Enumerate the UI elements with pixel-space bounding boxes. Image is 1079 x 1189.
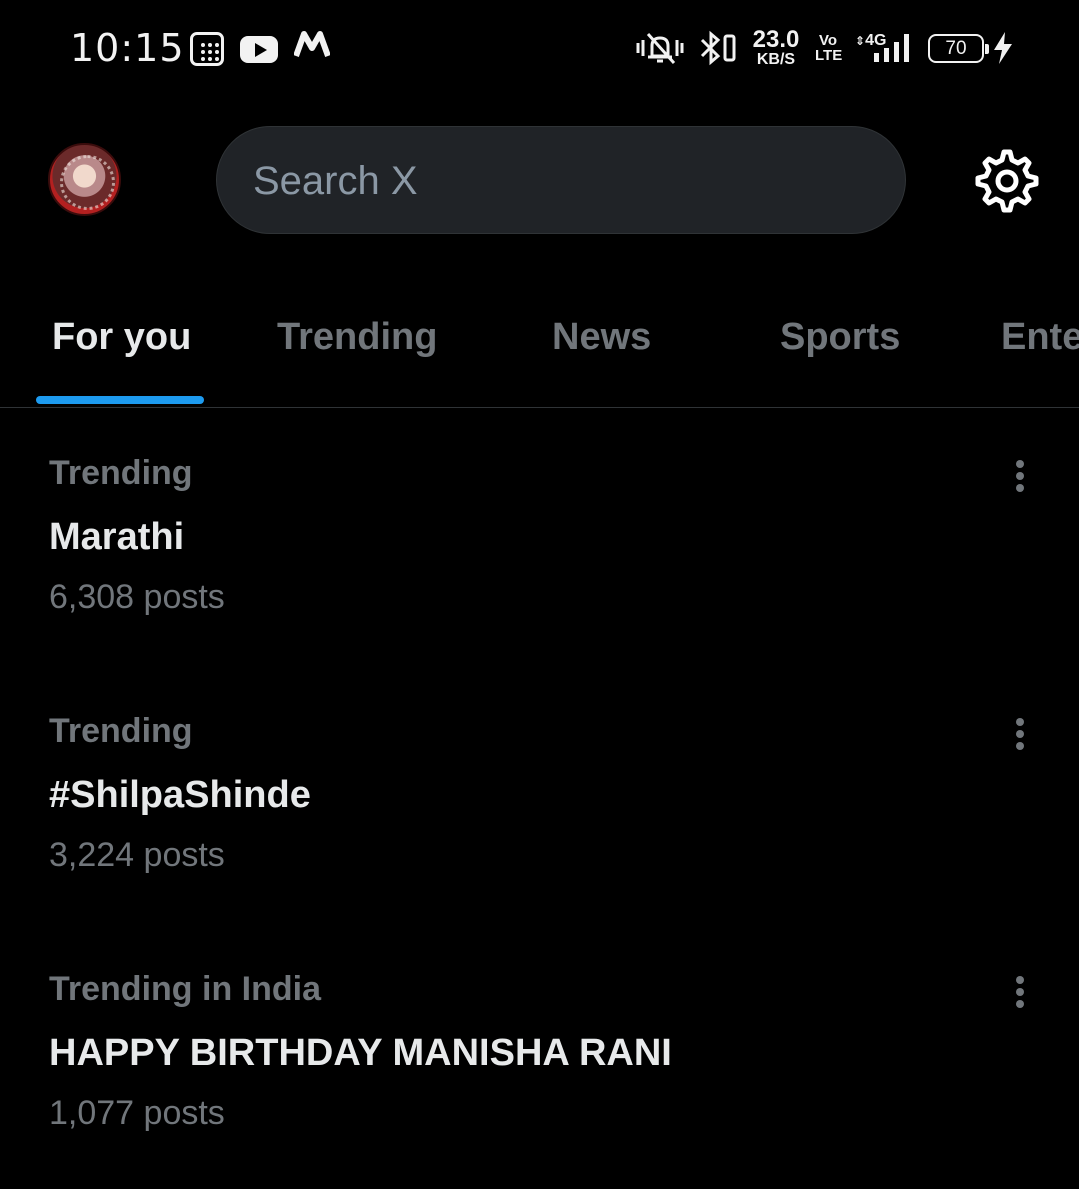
- tab-trending[interactable]: Trending: [277, 316, 437, 359]
- tab-news[interactable]: News: [552, 316, 651, 359]
- network-speed: 23.0 KB/S: [750, 28, 802, 68]
- charging-icon: [992, 32, 1014, 69]
- explore-screen: 10:15 23.0 KB/S Vo LTE ⇕4G 70 Search X F…: [0, 0, 1079, 1189]
- trend-post-count: 1,077 posts: [49, 1094, 225, 1132]
- gear-icon[interactable]: [972, 146, 1042, 216]
- trend-item[interactable]: Trending in India HAPPY BIRTHDAY MANISHA…: [0, 970, 1079, 1189]
- profile-avatar[interactable]: [48, 143, 121, 216]
- tab-entertainment[interactable]: Ente: [1001, 316, 1079, 359]
- more-options-icon[interactable]: [1005, 456, 1035, 496]
- battery-icon: 70: [928, 34, 989, 63]
- battery-level: 70: [945, 38, 967, 59]
- calculator-icon: [190, 32, 224, 66]
- mute-vibrate-icon: [636, 30, 684, 71]
- signal-icon: [872, 34, 912, 62]
- trend-item[interactable]: Trending #ShilpaShinde 3,224 posts: [0, 712, 1079, 952]
- active-tab-indicator: [36, 396, 204, 404]
- trend-context: Trending: [49, 712, 193, 750]
- volte-bottom: LTE: [815, 47, 843, 64]
- trend-context: Trending in India: [49, 970, 321, 1008]
- trend-name: Marathi: [49, 516, 185, 558]
- search-input[interactable]: [253, 155, 853, 207]
- youtube-icon: [240, 36, 278, 63]
- network-speed-value: 23.0: [752, 26, 800, 53]
- explore-tabs: For you Trending News Sports Ente: [0, 300, 1079, 408]
- trend-name: HAPPY BIRTHDAY MANISHA RANI: [49, 1032, 672, 1074]
- trend-context: Trending: [49, 454, 193, 492]
- trend-post-count: 6,308 posts: [49, 578, 225, 616]
- tab-for-you[interactable]: For you: [52, 316, 191, 359]
- network-speed-unit: KB/S: [756, 51, 796, 68]
- status-bar: 10:15 23.0 KB/S Vo LTE ⇕4G 70: [0, 0, 1079, 96]
- myntra-icon: [293, 30, 331, 69]
- more-options-icon[interactable]: [1005, 972, 1035, 1012]
- volte-top: Vo: [818, 32, 838, 49]
- volte-indicator: Vo LTE: [815, 32, 843, 64]
- bluetooth-icon: [698, 30, 738, 71]
- search-bar[interactable]: [216, 126, 906, 234]
- tab-sports[interactable]: Sports: [780, 316, 900, 359]
- more-options-icon[interactable]: [1005, 714, 1035, 754]
- status-time: 10:15: [70, 26, 185, 70]
- trend-post-count: 3,224 posts: [49, 836, 225, 874]
- trend-item[interactable]: Trending Marathi 6,308 posts: [0, 454, 1079, 694]
- trend-name: #ShilpaShinde: [49, 774, 311, 816]
